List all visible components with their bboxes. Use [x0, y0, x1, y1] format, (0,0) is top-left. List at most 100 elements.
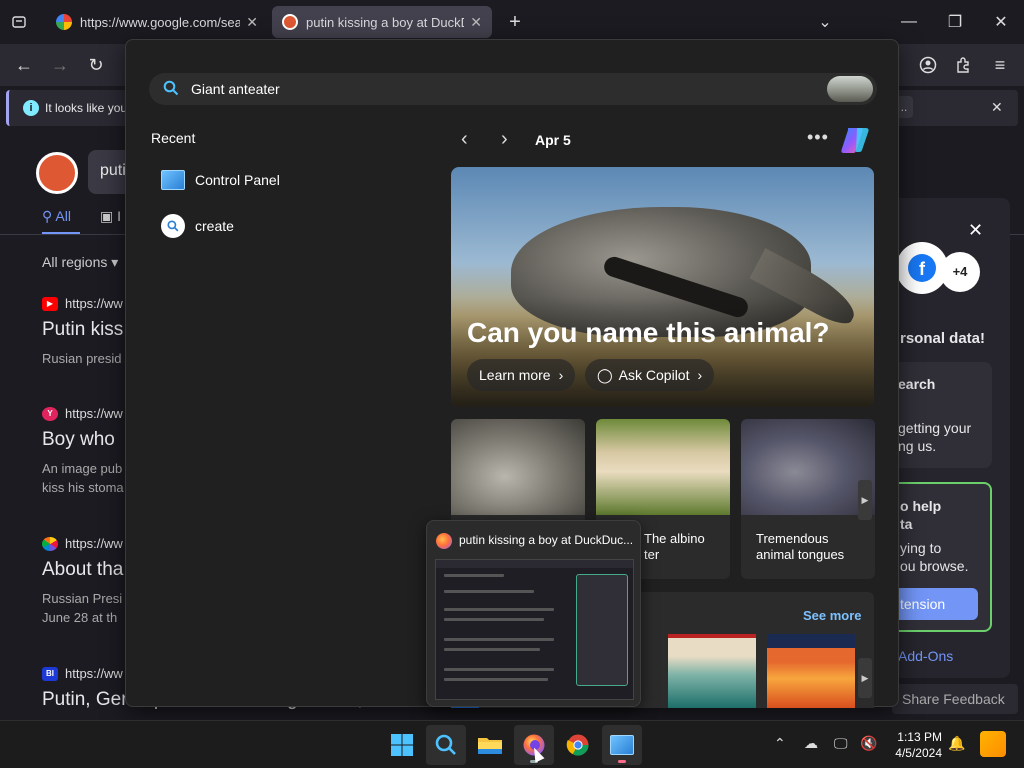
extensions-icon[interactable] — [952, 54, 976, 76]
snippet-line: June 28 at th — [42, 610, 118, 625]
chevron-right-icon: › — [558, 367, 564, 383]
result-title[interactable]: Boy who — [42, 429, 124, 451]
chrome-icon — [566, 734, 589, 756]
recent-item-control-panel[interactable]: Control Panel — [151, 162, 421, 198]
tab-all[interactable]: ⚲ All — [42, 208, 71, 225]
browser-tab-bar: https://www.google.com/search? ✕ putin k… — [0, 0, 1024, 44]
search-icon: ⚲ — [42, 208, 53, 224]
preview-side-panel — [576, 574, 628, 686]
business-insider-icon: BI — [42, 666, 58, 681]
clock-time: 1:13 PM — [897, 730, 942, 744]
result-title[interactable]: About tha — [42, 559, 123, 581]
highlight-thumbnail[interactable] — [668, 634, 756, 708]
more-options-icon[interactable]: ••• — [807, 127, 829, 148]
tab-duckduckgo[interactable]: putin kissing a boy at DuckDuckGo ✕ — [272, 6, 492, 38]
close-panel-icon[interactable]: ✕ — [968, 220, 983, 241]
search-highlight-hero[interactable]: Can you name this animal? Learn more › ◯… — [451, 167, 874, 407]
nbc-icon — [42, 536, 58, 551]
preview-line — [444, 668, 554, 671]
new-tab-icon[interactable]: + — [504, 10, 526, 34]
yahoo-icon: Y — [42, 406, 58, 421]
tab-google[interactable]: https://www.google.com/search? ✕ — [46, 6, 268, 38]
chevron-right-icon: › — [697, 367, 703, 383]
search-block: earch getting your ng us. — [888, 362, 992, 468]
share-feedback-button[interactable]: Share Feedback — [892, 684, 1018, 714]
image-icon: ▣ — [100, 208, 114, 224]
search-result[interactable]: ▶ https://ww Putin kiss Rusian presid — [42, 296, 123, 368]
region-selector[interactable]: All regions ▾ — [42, 254, 118, 271]
restore-icon[interactable]: ❐ — [944, 10, 966, 34]
next-day-icon[interactable]: › — [501, 128, 508, 151]
search-result[interactable]: https://ww About tha Russian Presi June 2… — [42, 536, 123, 627]
card-caption-line: The albino — [644, 531, 705, 546]
notification-bell-icon[interactable]: 🔔 — [948, 735, 965, 752]
tab-list-chevron-icon[interactable]: ⌄ — [814, 10, 836, 34]
preview-line — [444, 678, 548, 681]
add-extension-button[interactable]: tension — [888, 588, 978, 620]
search-result[interactable]: Yhttps://ww Boy who An image pub kiss his… — [42, 406, 124, 497]
control-panel-button[interactable] — [602, 725, 642, 765]
copilot-icon[interactable] — [839, 125, 871, 155]
result-title[interactable]: Putin kiss — [42, 319, 123, 341]
search-box[interactable] — [149, 73, 877, 105]
duckduckgo-logo[interactable] — [36, 152, 78, 194]
highlight-card[interactable]: Tremendous animal tongues — [741, 419, 875, 579]
close-tab-icon[interactable]: ✕ — [246, 14, 258, 31]
minimize-icon[interactable]: — — [898, 10, 920, 34]
preview-thumbnail — [435, 559, 634, 700]
preview-line — [444, 648, 540, 651]
tab-label: putin kissing a boy at DuckDuckGo — [306, 14, 464, 30]
taskbar-window-preview[interactable]: putin kissing a boy at DuckDuc... — [426, 520, 641, 707]
albino-anteater-image — [596, 419, 730, 515]
preview-line — [444, 618, 544, 621]
control-panel-icon — [610, 735, 634, 755]
show-hidden-icons-chevron[interactable]: ⌃ — [774, 735, 786, 752]
start-button[interactable] — [382, 725, 422, 765]
previous-day-icon[interactable]: ‹ — [461, 128, 468, 151]
search-block-line: ng us. — [898, 438, 937, 454]
account-icon[interactable] — [916, 54, 940, 76]
learn-more-label: Learn more — [479, 367, 551, 383]
tab-images[interactable]: ▣ I — [100, 208, 121, 225]
forward-icon[interactable]: → — [48, 54, 72, 76]
recent-item-create[interactable]: create — [151, 208, 421, 244]
help-block-line: ou browse. — [900, 558, 969, 574]
result-snippet: An image pub kiss his stoma — [42, 459, 124, 497]
scroll-right-icon[interactable]: ▶ — [858, 480, 872, 520]
folder-icon — [478, 738, 502, 754]
onedrive-icon[interactable]: ☁ — [804, 735, 818, 752]
volume-muted-icon[interactable]: 🔇 — [860, 735, 877, 752]
copilot-preview-icon[interactable] — [980, 731, 1006, 757]
back-icon[interactable]: ← — [12, 54, 36, 76]
tab-overview-icon[interactable] — [8, 12, 30, 32]
search-button[interactable] — [426, 725, 466, 765]
scroll-right-icon[interactable]: ▶ — [858, 658, 872, 698]
learn-more-button[interactable]: Learn more › — [467, 359, 576, 391]
addons-link[interactable]: Add-Ons — [898, 648, 953, 664]
help-block: o help ta ying to ou browse. tension — [888, 482, 992, 632]
close-tab-icon[interactable]: ✕ — [470, 14, 482, 31]
card-caption: The albino ter — [644, 531, 705, 563]
ask-copilot-label: Ask Copilot — [618, 367, 690, 383]
firefox-icon — [436, 533, 452, 549]
close-window-icon[interactable]: ✕ — [990, 10, 1012, 34]
help-block-title: o help — [900, 498, 942, 514]
highlight-thumbnail[interactable] — [767, 634, 855, 708]
youtube-icon: ▶ — [42, 296, 58, 311]
google-icon — [56, 14, 72, 30]
anteater-tongue-image — [741, 419, 875, 515]
ask-copilot-button[interactable]: ◯ Ask Copilot › — [585, 359, 715, 391]
system-clock[interactable]: 1:13 PM 4/5/2024 — [886, 729, 942, 761]
search-highlight-thumbnail[interactable] — [827, 76, 873, 102]
reload-icon[interactable]: ↻ — [84, 54, 108, 76]
card-caption-line: ter — [644, 547, 660, 562]
file-explorer-button[interactable] — [470, 725, 510, 765]
search-icon — [163, 80, 179, 96]
chrome-button[interactable] — [558, 725, 598, 765]
search-block-title: earch — [898, 376, 936, 392]
search-input[interactable] — [191, 77, 791, 101]
close-notification-icon[interactable]: ✕ — [991, 99, 1003, 116]
see-more-link[interactable]: See more — [803, 608, 862, 623]
network-icon[interactable]: 🖵 — [834, 735, 848, 752]
menu-icon[interactable]: ≡ — [988, 54, 1012, 76]
